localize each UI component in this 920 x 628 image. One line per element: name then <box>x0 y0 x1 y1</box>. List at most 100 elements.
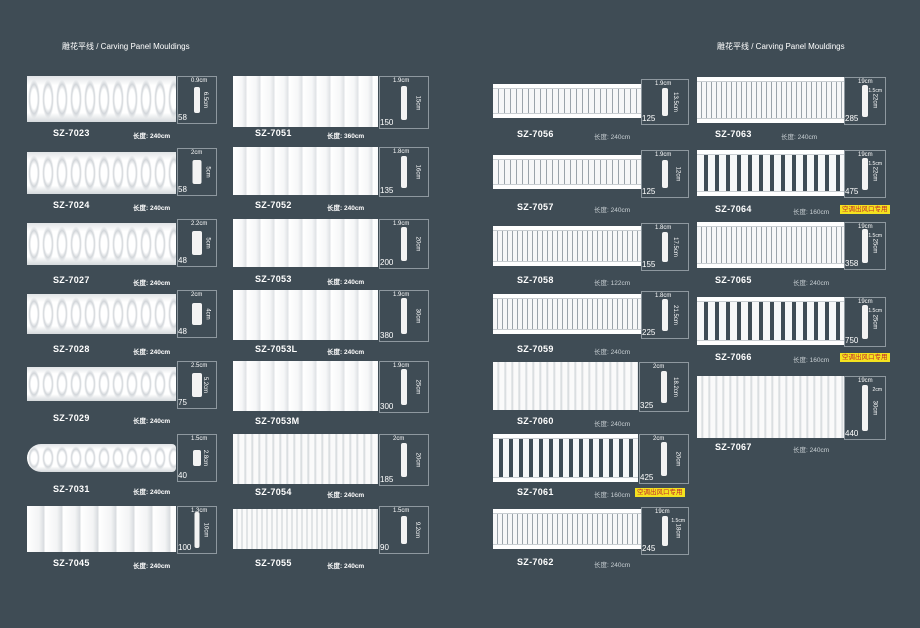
product-card[interactable]: 2cm 20cm 425 SZ-7061 长度: 160cm 空调出风口专用 <box>493 434 703 500</box>
product-length: 长度: 240cm <box>327 205 365 212</box>
price: 300 <box>380 402 394 411</box>
price: 325 <box>640 401 654 410</box>
moulding-photo <box>233 434 378 484</box>
moulding-photo <box>493 155 641 189</box>
moulding-photo <box>493 509 641 549</box>
product-card[interactable]: 1.9cm 20cm 200 SZ-7053 长度: 240cm <box>233 219 429 286</box>
product-code: SZ-7067 <box>715 442 752 452</box>
product-length: 长度: 240cm <box>594 207 631 214</box>
product-card[interactable]: 1.3cm 10cm 100 SZ-7045 长度: 240cm <box>27 506 217 570</box>
profile-diagram: 2cm 5cm 58 <box>177 148 217 196</box>
moulding-photo <box>697 150 844 196</box>
left-section-title: 雕花平线 / Carving Panel Mouldings <box>62 42 190 51</box>
product-code: SZ-7063 <box>715 129 752 139</box>
profile-diagram: 1.9cm 12cm 125 <box>641 150 689 198</box>
product-length: 长度: 240cm <box>594 421 631 428</box>
profile-diagram: 1.9cm 15cm 150 <box>379 76 429 129</box>
profile-diagram: 1.9cm 30cm 380 <box>379 290 429 342</box>
product-card[interactable]: 2.5cm 5.2cm 75 SZ-7029 长度: 240cm <box>27 361 217 425</box>
product-card[interactable]: 19cm 18cm 1.5cm 245 SZ-7062 长度: 240cm <box>493 507 689 569</box>
product-card[interactable]: 2cm 20cm 185 SZ-7054 长度: 240cm <box>233 434 429 499</box>
product-code: SZ-7056 <box>517 129 554 139</box>
product-card[interactable]: 2cm 5cm 58 SZ-7024 长度: 240cm <box>27 148 217 212</box>
product-code: SZ-7023 <box>53 128 90 138</box>
product-length: 长度: 160cm <box>793 357 830 364</box>
product-card[interactable]: 19cm 22cm 1.5cm 285 SZ-7063 长度: 240cm <box>697 77 893 141</box>
moulding-photo <box>27 76 176 122</box>
moulding-photo <box>493 362 638 410</box>
price: 225 <box>642 328 656 337</box>
profile-diagram: 19cm 22cm 1.5cm 285 <box>844 77 886 125</box>
special-use-badge: 空调出风口专用 <box>840 205 890 214</box>
price: 48 <box>178 327 187 336</box>
product-length: 长度: 240cm <box>327 279 365 286</box>
moulding-photo <box>493 84 641 118</box>
price: 100 <box>178 543 192 552</box>
profile-diagram: 2cm 20cm 425 <box>639 434 689 484</box>
product-code: SZ-7029 <box>53 413 90 423</box>
product-card[interactable]: 1.9cm 12cm 125 SZ-7057 长度: 240cm <box>493 150 689 214</box>
moulding-photo <box>233 361 378 411</box>
product-code: SZ-7052 <box>255 200 292 210</box>
product-code: SZ-7024 <box>53 200 90 210</box>
product-card[interactable]: 1.9cm 15cm 150 SZ-7051 长度: 360cm <box>233 76 429 140</box>
product-card[interactable]: 1.5cm 2.8cm 40 SZ-7031 长度: 240cm <box>27 434 217 496</box>
profile-diagram: 19cm 30cm 2cm 440 <box>844 376 886 440</box>
product-card[interactable]: 19cm 25cm 1.5cm 358 SZ-7065 长度: 240cm <box>697 222 893 288</box>
profile-diagram: 1.3cm 10cm 100 <box>177 506 217 554</box>
product-length: 长度: 160cm <box>793 209 830 216</box>
moulding-photo <box>27 506 176 552</box>
profile-diagram: 19cm 18cm 1.5cm 245 <box>641 507 689 555</box>
moulding-photo <box>27 223 176 265</box>
price: 440 <box>845 429 859 438</box>
profile-diagram: 1.9cm 25cm 300 <box>379 361 429 413</box>
product-card[interactable]: 19cm 30cm 2cm 440 SZ-7067 长度: 240cm <box>697 376 893 456</box>
product-length: 长度: 240cm <box>793 280 830 287</box>
profile-diagram: 1.8cm 17.5cm 155 <box>641 223 689 271</box>
product-card[interactable]: 1.5cm 9.2cm 90 SZ-7055 长度: 240cm <box>233 506 429 570</box>
product-card[interactable]: 19cm 25cm 1.5cm 750 SZ-7066 长度: 160cm 空调… <box>697 297 902 365</box>
product-card[interactable]: 1.8cm 16cm 135 SZ-7052 长度: 240cm <box>233 147 429 212</box>
moulding-photo <box>27 294 176 334</box>
price: 75 <box>178 398 187 407</box>
product-card[interactable]: 1.9cm 13.5cm 125 SZ-7056 长度: 240cm <box>493 79 689 141</box>
price: 358 <box>845 259 859 268</box>
moulding-photo <box>697 222 844 268</box>
price: 58 <box>178 185 187 194</box>
moulding-photo <box>27 444 176 472</box>
product-code: SZ-7053M <box>255 416 300 426</box>
product-code: SZ-7064 <box>715 204 752 214</box>
product-length: 长度: 240cm <box>594 349 631 356</box>
moulding-photo <box>233 290 378 340</box>
product-card[interactable]: 0.9cm 6.5cm 58 SZ-7023 长度: 240cm <box>27 76 217 140</box>
product-card[interactable]: 2.2cm 5cm 48 SZ-7027 长度: 240cm <box>27 219 217 287</box>
product-length: 长度: 360cm <box>327 133 365 140</box>
product-length: 长度: 240cm <box>133 349 171 356</box>
profile-diagram: 1.9cm 20cm 200 <box>379 219 429 269</box>
product-card[interactable]: 1.9cm 30cm 380 SZ-7053L 长度: 240cm <box>233 290 429 356</box>
product-code: SZ-7051 <box>255 128 292 138</box>
moulding-photo <box>697 297 844 345</box>
profile-diagram: 2.5cm 5.2cm 75 <box>177 361 217 409</box>
product-length: 长度: 240cm <box>594 562 631 569</box>
product-card[interactable]: 2cm 4cm 48 SZ-7028 长度: 240cm <box>27 290 217 356</box>
product-card[interactable]: 1.8cm 17.5cm 155 SZ-7058 长度: 122cm <box>493 223 689 287</box>
price: 125 <box>642 114 656 123</box>
product-code: SZ-7045 <box>53 558 90 568</box>
moulding-photo <box>697 77 844 123</box>
product-code: SZ-7057 <box>517 202 554 212</box>
product-code: SZ-7058 <box>517 275 554 285</box>
product-card[interactable]: 1.9cm 25cm 300 SZ-7053M <box>233 361 429 427</box>
price: 90 <box>380 543 389 552</box>
product-code: SZ-7066 <box>715 352 752 362</box>
price: 48 <box>178 256 187 265</box>
moulding-photo <box>493 226 641 266</box>
price: 245 <box>642 544 656 553</box>
product-length: 长度: 240cm <box>133 489 171 496</box>
price: 475 <box>845 187 859 196</box>
product-card[interactable]: 19cm 22cm 1.5cm 475 SZ-7064 长度: 160cm 空调… <box>697 150 902 216</box>
product-length: 长度: 240cm <box>327 563 365 570</box>
product-card[interactable]: 1.8cm 21.5cm 225 SZ-7059 长度: 240cm <box>493 291 689 356</box>
product-card[interactable]: 2cm 18.2cm 325 SZ-7060 长度: 240cm <box>493 362 689 428</box>
price: 135 <box>380 186 394 195</box>
